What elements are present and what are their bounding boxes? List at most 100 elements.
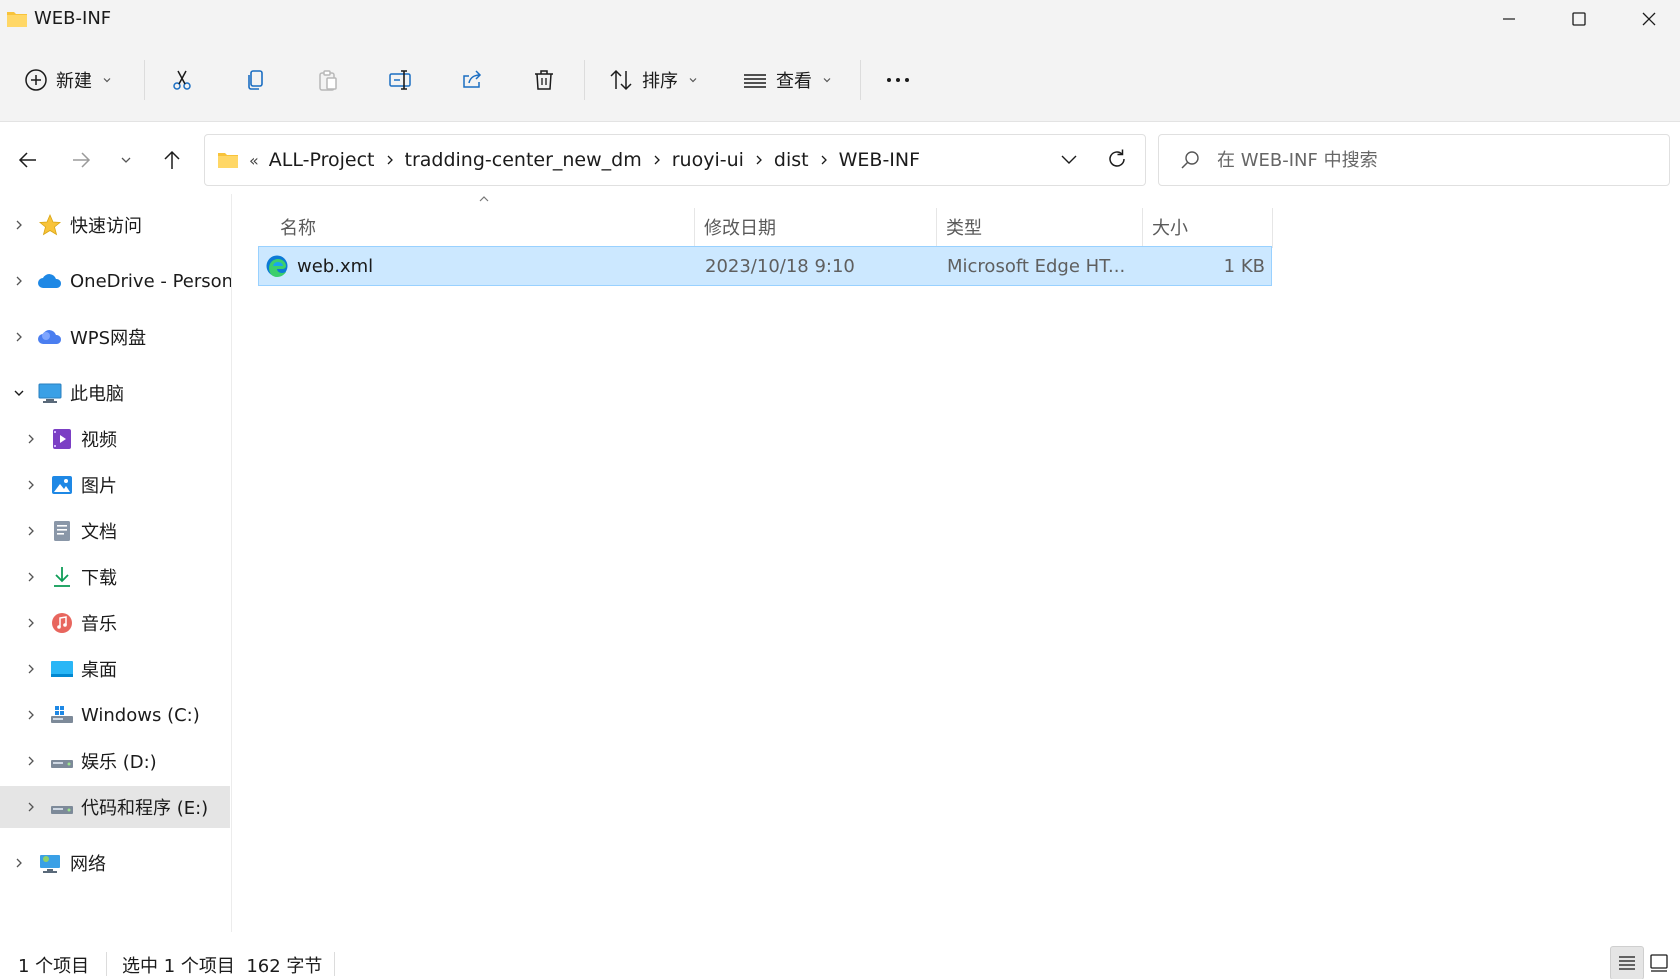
chevron-down-icon bbox=[1057, 147, 1081, 171]
sidebar-item-quick-access[interactable]: 快速访问 bbox=[0, 204, 230, 246]
breadcrumb-dist[interactable]: dist bbox=[774, 149, 809, 171]
breadcrumb-overflow[interactable]: « bbox=[249, 151, 259, 170]
navigation-row: « ALL-Project tradding-center_new_dm ruo… bbox=[0, 122, 1680, 194]
sidebar-item-drive-e[interactable]: 代码和程序 (E:) bbox=[0, 786, 230, 828]
breadcrumb-tradding-center[interactable]: tradding-center_new_dm bbox=[405, 149, 642, 171]
address-bar[interactable]: « ALL-Project tradding-center_new_dm ruo… bbox=[204, 134, 1146, 186]
cut-button[interactable] bbox=[170, 56, 194, 104]
chevron-right-icon[interactable] bbox=[10, 272, 28, 290]
chevron-right-icon[interactable] bbox=[22, 430, 40, 448]
title-bar: WEB-INF bbox=[0, 0, 1680, 38]
status-bar: 1 个项目 选中 1 个项目 162 字节 bbox=[0, 932, 1680, 979]
sort-button[interactable]: 排序 bbox=[608, 56, 698, 104]
chevron-right-icon[interactable] bbox=[10, 328, 28, 346]
rename-button[interactable] bbox=[388, 56, 414, 104]
chevron-down-icon bbox=[119, 153, 133, 167]
column-divider[interactable] bbox=[694, 208, 695, 248]
chevron-right-icon[interactable] bbox=[22, 706, 40, 724]
breadcrumb-all-project[interactable]: ALL-Project bbox=[269, 149, 375, 171]
details-view-button[interactable] bbox=[1610, 946, 1644, 979]
chevron-right-icon[interactable] bbox=[652, 154, 662, 166]
chevron-right-icon[interactable] bbox=[22, 522, 40, 540]
chevron-down-icon bbox=[688, 75, 698, 85]
sidebar-item-desktop[interactable]: 桌面 bbox=[0, 648, 230, 690]
paste-icon bbox=[316, 68, 340, 92]
minimize-button[interactable] bbox=[1474, 0, 1544, 38]
sidebar-item-label: 此电脑 bbox=[70, 384, 124, 405]
chevron-down-icon[interactable] bbox=[10, 384, 28, 402]
sidebar-item-drive-c[interactable]: Windows (C:) bbox=[0, 694, 230, 736]
sidebar-item-drive-d[interactable]: 娱乐 (D:) bbox=[0, 740, 230, 782]
chevron-right-icon[interactable] bbox=[22, 568, 40, 586]
sidebar-item-downloads[interactable]: 下载 bbox=[0, 556, 230, 598]
column-divider[interactable] bbox=[1272, 208, 1273, 248]
chevron-down-icon bbox=[102, 75, 112, 85]
file-list: 名称 修改日期 类型 大小 web.xml 2023/10/18 9:10 Mi… bbox=[232, 194, 1680, 932]
table-row[interactable]: web.xml 2023/10/18 9:10 Microsoft Edge H… bbox=[258, 246, 1272, 286]
chevron-right-icon[interactable] bbox=[22, 476, 40, 494]
column-divider[interactable] bbox=[936, 208, 937, 248]
chevron-right-icon[interactable] bbox=[754, 154, 764, 166]
file-name: web.xml bbox=[297, 255, 374, 277]
chevron-right-icon[interactable] bbox=[22, 798, 40, 816]
search-box bbox=[1158, 134, 1670, 186]
network-icon bbox=[37, 850, 63, 876]
image-icon bbox=[49, 472, 75, 498]
copy-icon bbox=[244, 68, 268, 92]
chevron-right-icon[interactable] bbox=[22, 660, 40, 678]
sidebar-item-pictures[interactable]: 图片 bbox=[0, 464, 230, 506]
paste-button[interactable] bbox=[316, 56, 340, 104]
sidebar-item-music[interactable]: 音乐 bbox=[0, 602, 230, 644]
up-button[interactable] bbox=[154, 142, 190, 178]
sidebar-item-label: 视频 bbox=[81, 430, 117, 451]
sidebar-item-label: 音乐 bbox=[81, 614, 117, 635]
column-header-size[interactable]: 大小 bbox=[1152, 208, 1188, 246]
maximize-button[interactable] bbox=[1544, 0, 1614, 38]
share-button[interactable] bbox=[460, 56, 484, 104]
column-header-type[interactable]: 类型 bbox=[946, 208, 982, 246]
details-view-icon bbox=[1617, 953, 1637, 973]
column-divider[interactable] bbox=[1142, 208, 1143, 248]
new-button[interactable]: 新建 bbox=[24, 56, 112, 104]
video-icon bbox=[49, 426, 75, 452]
large-icons-view-button[interactable] bbox=[1642, 946, 1676, 979]
close-button[interactable] bbox=[1614, 0, 1680, 38]
back-button[interactable] bbox=[10, 142, 46, 178]
toolbar-divider bbox=[860, 60, 861, 100]
toolbar-divider bbox=[144, 60, 145, 100]
breadcrumb-web-inf[interactable]: WEB-INF bbox=[839, 149, 920, 171]
view-button[interactable]: 查看 bbox=[742, 56, 832, 104]
column-header-modified[interactable]: 修改日期 bbox=[704, 208, 776, 246]
sidebar-item-videos[interactable]: 视频 bbox=[0, 418, 230, 460]
sidebar-item-network[interactable]: 网络 bbox=[0, 842, 230, 884]
chevron-right-icon[interactable] bbox=[22, 752, 40, 770]
chevron-right-icon[interactable] bbox=[22, 614, 40, 632]
download-icon bbox=[49, 564, 75, 590]
status-divider bbox=[106, 952, 107, 976]
sidebar-item-wps-cloud[interactable]: WPS网盘 bbox=[0, 316, 230, 358]
trash-icon bbox=[532, 68, 556, 92]
delete-button[interactable] bbox=[532, 56, 556, 104]
sidebar-item-this-pc[interactable]: 此电脑 bbox=[0, 372, 230, 414]
refresh-button[interactable] bbox=[1105, 147, 1129, 171]
address-history-dropdown[interactable] bbox=[1057, 147, 1081, 171]
file-type: Microsoft Edge HT... bbox=[947, 255, 1126, 277]
new-label: 新建 bbox=[56, 71, 92, 92]
sidebar-item-onedrive[interactable]: OneDrive - Personal bbox=[0, 260, 231, 302]
chevron-right-icon[interactable] bbox=[10, 216, 28, 234]
forward-button[interactable] bbox=[63, 142, 99, 178]
drive-icon bbox=[49, 748, 75, 774]
chevron-right-icon[interactable] bbox=[10, 854, 28, 872]
column-header-name[interactable]: 名称 bbox=[280, 208, 316, 246]
wps-cloud-icon bbox=[37, 324, 63, 350]
copy-button[interactable] bbox=[244, 56, 268, 104]
chevron-right-icon[interactable] bbox=[819, 154, 829, 166]
more-options-button[interactable] bbox=[884, 56, 912, 104]
sidebar-item-label: 网络 bbox=[70, 854, 106, 875]
chevron-right-icon[interactable] bbox=[385, 154, 395, 166]
sidebar-item-documents[interactable]: 文档 bbox=[0, 510, 230, 552]
breadcrumb-ruoyi-ui[interactable]: ruoyi-ui bbox=[672, 149, 744, 171]
recent-locations-button[interactable] bbox=[108, 142, 144, 178]
search-input[interactable] bbox=[1217, 145, 1657, 175]
sidebar-item-label: 文档 bbox=[81, 522, 117, 543]
